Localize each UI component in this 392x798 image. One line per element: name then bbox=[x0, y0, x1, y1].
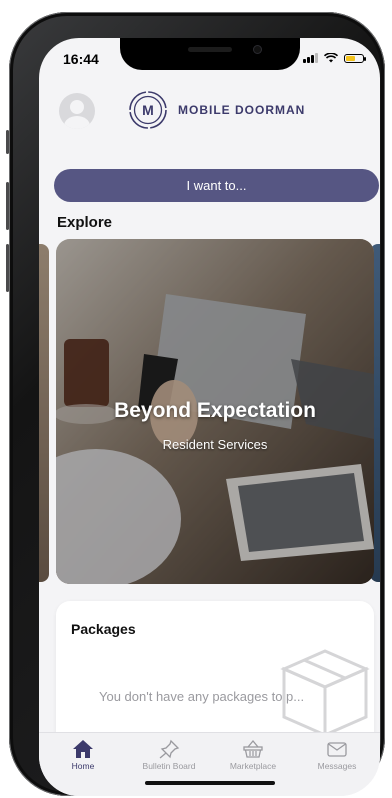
doorman-logo-icon: M bbox=[129, 91, 167, 129]
signal-icon bbox=[303, 53, 318, 63]
app-screen: 16:44 M MOBILE DOORMAN I want to... Expl… bbox=[39, 38, 380, 796]
hero-card[interactable]: Beyond Expectation Resident Services bbox=[56, 239, 374, 584]
packages-empty-message: You don't have any packages to p... bbox=[99, 689, 305, 704]
tab-home-label: Home bbox=[71, 761, 95, 771]
tab-messages-label: Messages bbox=[317, 761, 357, 771]
mute-switch bbox=[6, 130, 9, 154]
explore-heading: Explore bbox=[57, 214, 113, 231]
brand-name: MOBILE DOORMAN bbox=[178, 103, 306, 117]
hero-subtitle: Resident Services bbox=[162, 437, 268, 452]
hero-title: Beyond Expectation bbox=[114, 399, 316, 422]
basket-icon bbox=[243, 739, 263, 758]
pin-icon bbox=[159, 739, 180, 759]
battery-icon bbox=[344, 53, 366, 63]
tab-bar: Home Bulletin Board Marketplace Messages bbox=[39, 732, 380, 796]
wifi-icon bbox=[324, 53, 338, 63]
notch bbox=[120, 38, 300, 70]
volume-down-button bbox=[6, 244, 9, 292]
carousel-prev-card[interactable] bbox=[39, 244, 49, 582]
speaker bbox=[188, 47, 232, 52]
home-icon bbox=[73, 740, 93, 758]
packages-card[interactable]: Packages You don't have any packages to … bbox=[56, 601, 374, 751]
packages-title: Packages bbox=[71, 621, 136, 637]
envelope-icon bbox=[327, 742, 347, 757]
tab-messages[interactable]: Messages bbox=[297, 739, 377, 771]
brand-logo: M MOBILE DOORMAN bbox=[128, 90, 305, 130]
tab-home[interactable]: Home bbox=[43, 739, 123, 771]
brand-mark-letter: M bbox=[142, 102, 154, 118]
avatar-shoulders bbox=[64, 116, 90, 129]
tab-bulletin-board[interactable]: Bulletin Board bbox=[129, 739, 209, 771]
home-indicator[interactable] bbox=[145, 781, 275, 785]
tab-marketplace-label: Marketplace bbox=[229, 761, 277, 771]
status-icons bbox=[303, 53, 366, 63]
i-want-to-button[interactable]: I want to... bbox=[54, 169, 379, 202]
tab-bulletin-board-label: Bulletin Board bbox=[142, 761, 196, 771]
tab-marketplace[interactable]: Marketplace bbox=[213, 739, 293, 771]
avatar-head bbox=[70, 100, 84, 114]
phone-frame: 16:44 M MOBILE DOORMAN I want to... Expl… bbox=[6, 12, 385, 796]
status-time: 16:44 bbox=[63, 51, 99, 67]
front-camera bbox=[253, 45, 262, 54]
avatar[interactable] bbox=[59, 93, 95, 129]
volume-up-button bbox=[6, 182, 9, 230]
